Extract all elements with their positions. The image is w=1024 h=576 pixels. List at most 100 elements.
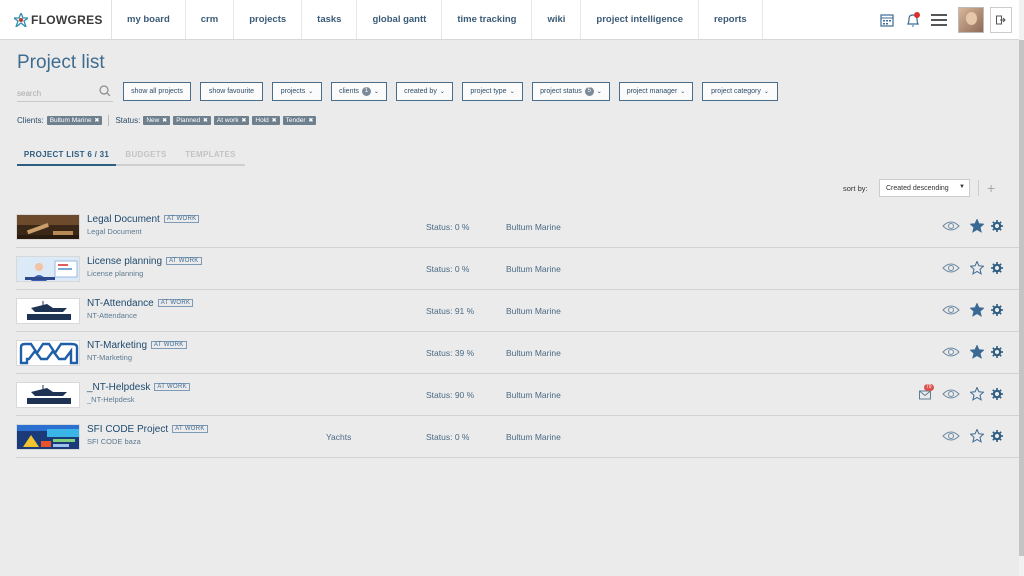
chevron-down-icon: ⌄	[763, 89, 769, 95]
project-name[interactable]: License planning AT WORK	[87, 256, 202, 267]
logo[interactable]: FLOWGRES	[0, 0, 112, 39]
star-outline-icon[interactable]	[970, 429, 984, 443]
table-row[interactable]: Legal Document AT WORK Legal Document Sta…	[16, 206, 1019, 248]
close-icon[interactable]: ✖	[162, 118, 167, 124]
project-thumbnail[interactable]	[16, 424, 80, 450]
search-input[interactable]	[17, 84, 97, 103]
menu-icon[interactable]	[926, 0, 952, 40]
status-chip[interactable]: At work ✖	[213, 116, 250, 125]
projects-filter-dropdown[interactable]: projects ⌄	[272, 82, 322, 101]
created-by-filter-dropdown[interactable]: created by ⌄	[396, 82, 453, 101]
search-icon[interactable]	[99, 85, 111, 97]
table-row[interactable]: License planning AT WORK License planning…	[16, 248, 1019, 290]
project-name-text[interactable]: Legal Document	[87, 214, 160, 225]
close-icon[interactable]: ✖	[308, 118, 313, 124]
tab-budgets[interactable]: BUDGETS	[116, 147, 176, 164]
project-name-text[interactable]: NT-Marketing	[87, 340, 147, 351]
star-icon[interactable]	[970, 345, 984, 359]
project-name-text[interactable]: SFI CODE Project	[87, 424, 168, 435]
scrollbar[interactable]	[1019, 0, 1024, 576]
table-row[interactable]: _NT-Helpdesk AT WORK _NT-Helpdesk Status:…	[16, 374, 1019, 416]
project-status-filter-dropdown[interactable]: project status 5 ⌄	[532, 82, 610, 101]
project-status: Status: 0 %	[426, 264, 470, 274]
star-icon[interactable]	[970, 303, 984, 317]
nav-item-global-gantt[interactable]: global gantt	[357, 0, 443, 39]
eye-icon[interactable]	[942, 429, 960, 443]
show-favourite-button[interactable]: show favourite	[200, 82, 263, 101]
project-name-text[interactable]: License planning	[87, 256, 162, 267]
gear-icon[interactable]	[991, 429, 1003, 443]
chevron-down-icon: ⌄	[680, 89, 686, 95]
star-outline-icon[interactable]	[970, 261, 984, 275]
gear-icon[interactable]	[991, 303, 1003, 317]
scrollbar-thumb[interactable]	[1019, 40, 1024, 556]
gear-icon[interactable]	[991, 219, 1003, 233]
gear-icon[interactable]	[991, 387, 1003, 401]
eye-icon[interactable]	[942, 261, 960, 275]
status-chip[interactable]: Hold ✖	[252, 116, 280, 125]
close-icon[interactable]: ✖	[272, 118, 277, 124]
status-filter-caption: Status:	[115, 116, 141, 125]
eye-icon[interactable]	[942, 387, 960, 401]
caret-down-icon: ▼	[959, 184, 965, 190]
project-thumbnail[interactable]	[16, 256, 80, 282]
project-name[interactable]: SFI CODE Project AT WORK	[87, 424, 208, 435]
nav-item-projects[interactable]: projects	[234, 0, 303, 39]
close-icon[interactable]: ✖	[241, 118, 246, 124]
eye-icon[interactable]	[942, 219, 960, 233]
eye-icon[interactable]	[942, 303, 960, 317]
search-box	[17, 83, 113, 103]
project-thumbnail[interactable]	[16, 214, 80, 240]
nav-item-my-board[interactable]: my board	[112, 0, 186, 39]
project-name[interactable]: NT-Marketing AT WORK	[87, 340, 187, 351]
project-name[interactable]: Legal Document AT WORK	[87, 214, 200, 225]
status-chip[interactable]: Tender ✖	[282, 116, 317, 125]
chevron-down-icon: ⌄	[596, 89, 602, 95]
nav-item-project-intelligence[interactable]: project intelligence	[581, 0, 699, 39]
project-name-text[interactable]: _NT-Helpdesk	[87, 382, 150, 393]
add-project-button[interactable]: +	[987, 179, 995, 197]
table-row[interactable]: NT-Marketing AT WORK NT-Marketing Status:…	[16, 332, 1019, 374]
show-all-projects-button[interactable]: show all projects	[123, 82, 191, 101]
gear-icon[interactable]	[991, 345, 1003, 359]
calendar-icon[interactable]	[874, 0, 900, 40]
nav-item-wiki[interactable]: wiki	[532, 0, 582, 39]
nav-item-crm[interactable]: crm	[186, 0, 235, 39]
project-subtitle: Legal Document	[87, 227, 142, 236]
status-badge: AT WORK	[157, 299, 194, 307]
project-type-filter-dropdown[interactable]: project type ⌄	[462, 82, 523, 101]
project-client: Bultum Marine	[506, 222, 561, 232]
client-chip[interactable]: Bultum Marine ✖	[46, 116, 103, 125]
project-manager-filter-dropdown[interactable]: project manager ⌄	[619, 82, 693, 101]
logout-icon[interactable]	[990, 7, 1012, 33]
star-icon[interactable]	[970, 219, 984, 233]
sort-select[interactable]: Created descending ▼	[879, 179, 970, 197]
clients-filter-dropdown[interactable]: clients 1 ⌄	[331, 82, 387, 101]
project-thumbnail[interactable]	[16, 298, 80, 324]
star-outline-icon[interactable]	[970, 387, 984, 401]
table-row[interactable]: NT-Attendance AT WORK NT-Attendance Statu…	[16, 290, 1019, 332]
nav-item-reports[interactable]: reports	[699, 0, 763, 39]
bell-icon[interactable]	[900, 0, 926, 40]
status-chip-label: New	[146, 117, 160, 124]
project-list: Legal Document AT WORK Legal Document Sta…	[16, 206, 1019, 458]
project-name-text[interactable]: NT-Attendance	[87, 298, 154, 309]
close-icon[interactable]: ✖	[203, 118, 208, 124]
project-category-filter-dropdown[interactable]: project category ⌄	[702, 82, 778, 101]
tab-project-list[interactable]: PROJECT LIST 6 / 31	[17, 147, 116, 166]
eye-icon[interactable]	[942, 345, 960, 359]
tab-templates[interactable]: TEMPLATES	[176, 147, 245, 164]
nav-item-tasks[interactable]: tasks	[302, 0, 358, 39]
status-chip[interactable]: New ✖	[143, 116, 171, 125]
project-name[interactable]: NT-Attendance AT WORK	[87, 298, 194, 309]
close-icon[interactable]: ✖	[94, 118, 99, 124]
gear-icon[interactable]	[991, 261, 1003, 275]
project-name[interactable]: _NT-Helpdesk AT WORK	[87, 382, 190, 393]
avatar[interactable]	[958, 7, 984, 33]
project-subtitle: NT-Attendance	[87, 311, 138, 320]
table-row[interactable]: SFI CODE Project AT WORK SFI CODE baza Ya…	[16, 416, 1019, 458]
project-thumbnail[interactable]	[16, 340, 80, 366]
project-thumbnail[interactable]	[16, 382, 80, 408]
status-chip[interactable]: Planned ✖	[173, 116, 211, 125]
nav-item-time-tracking[interactable]: time tracking	[442, 0, 533, 39]
